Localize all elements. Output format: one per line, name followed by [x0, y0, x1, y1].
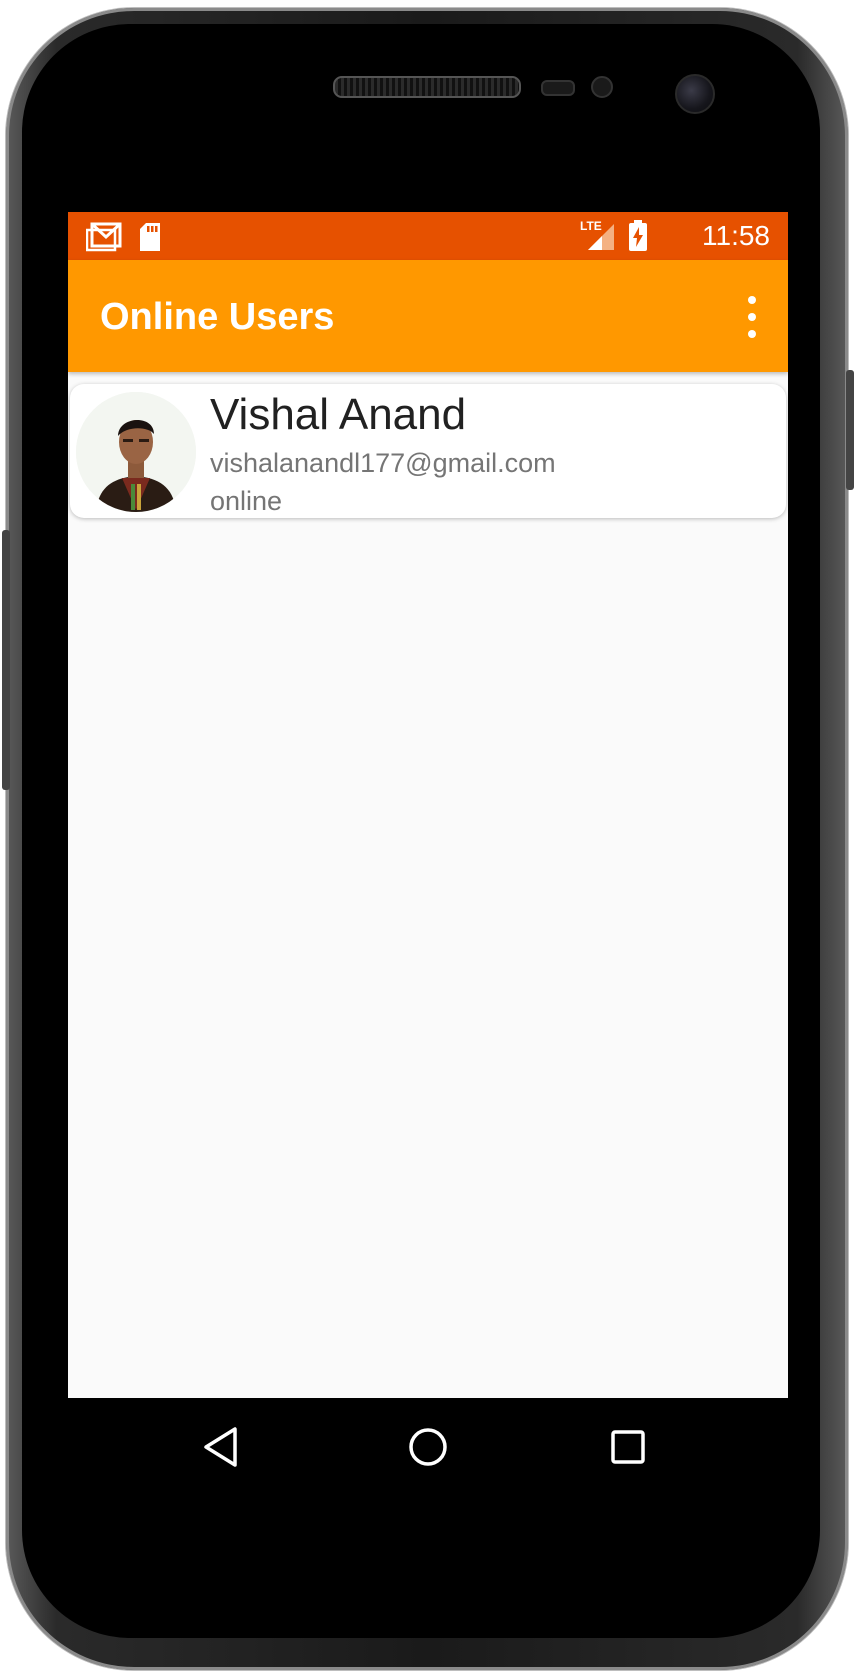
user-email: vishalanandl177@gmail.com	[210, 448, 556, 478]
user-list-item[interactable]: Vishal Anand vishalanandl177@gmail.com o…	[70, 384, 786, 518]
gmail-icon	[85, 222, 122, 257]
sd-card-icon	[138, 222, 162, 257]
battery-charging-icon	[628, 220, 648, 257]
status-bar: LTE 11:58	[68, 212, 788, 260]
light-sensor	[591, 76, 613, 98]
screen: LTE 11:58 Online Users Vishal Anand vish…	[68, 212, 788, 1492]
front-camera	[675, 74, 715, 114]
user-status: online	[210, 486, 283, 516]
recents-icon[interactable]	[603, 1422, 653, 1472]
app-bar: Online Users	[68, 260, 788, 372]
back-icon[interactable]	[196, 1422, 246, 1472]
lte-signal-icon: LTE	[580, 218, 616, 257]
volume-button	[2, 530, 10, 790]
app-title: Online Users	[100, 296, 335, 338]
navigation-bar	[68, 1398, 788, 1494]
home-icon[interactable]	[403, 1422, 453, 1472]
user-name: Vishal Anand	[210, 390, 467, 439]
svg-text:LTE: LTE	[580, 219, 602, 233]
power-button	[846, 370, 854, 490]
more-vert-icon[interactable]	[732, 292, 772, 342]
status-bar-clock: 11:58	[702, 220, 770, 251]
proximity-sensor	[541, 80, 575, 96]
earpiece-speaker	[333, 76, 521, 98]
user-avatar	[76, 392, 196, 512]
